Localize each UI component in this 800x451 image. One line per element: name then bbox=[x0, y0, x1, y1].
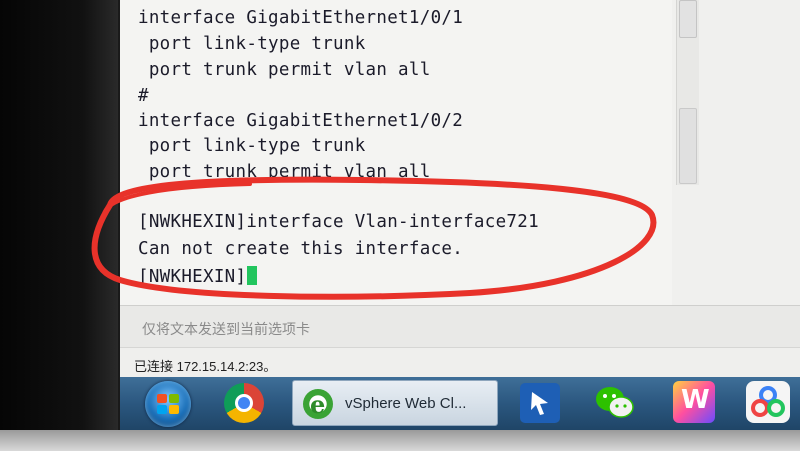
send-text-bar[interactable]: 仅将文本发送到当前选项卡 bbox=[120, 305, 800, 348]
terminal-line: interface GigabitEthernet1/0/2 bbox=[138, 111, 464, 131]
terminal-line: # bbox=[138, 86, 149, 106]
screen-bezel-bottom bbox=[0, 430, 800, 451]
taskbar-item-label: vSphere Web Cl... bbox=[345, 395, 467, 412]
scrollbar-thumb[interactable] bbox=[679, 0, 697, 38]
status-bar: 已连接 172.15.14.2:23。 bbox=[120, 347, 800, 378]
w-app-letter: W bbox=[681, 385, 710, 415]
scrollbar-thumb[interactable] bbox=[679, 108, 697, 184]
terminal-line: port trunk permit vlan all bbox=[138, 162, 431, 182]
terminal-output[interactable]: interface GigabitEthernet1/0/1 port link… bbox=[120, 0, 682, 305]
screen-bezel-left bbox=[0, 0, 118, 430]
terminal-line: port trunk permit vlan all bbox=[138, 60, 431, 80]
taskbar: vSphere Web Cl... W bbox=[120, 377, 800, 430]
terminal-line: interface GigabitEthernet1/0/1 bbox=[138, 8, 464, 28]
connection-status: 已连接 172.15.14.2:23。 bbox=[134, 359, 277, 374]
terminal-prompt-line[interactable]: [NWKHEXIN] bbox=[138, 266, 258, 287]
start-button[interactable] bbox=[145, 381, 191, 427]
terminal-error-line: Can not create this interface. bbox=[138, 239, 464, 259]
w-app-icon[interactable]: W bbox=[673, 381, 715, 423]
wechat-icon[interactable] bbox=[594, 383, 636, 423]
terminal-line: port link-type trunk bbox=[138, 136, 366, 156]
vsphere-client-icon[interactable] bbox=[520, 383, 560, 423]
terminal-line: port link-type trunk bbox=[138, 34, 366, 54]
chrome-icon[interactable] bbox=[224, 383, 264, 423]
share-icon[interactable] bbox=[746, 381, 790, 423]
terminal-command-line: [NWKHEXIN]interface Vlan-interface721 bbox=[138, 212, 539, 232]
taskbar-item-vsphere-web-client[interactable]: vSphere Web Cl... bbox=[292, 380, 498, 426]
windows-logo-icon bbox=[157, 394, 179, 414]
ie-icon bbox=[303, 389, 333, 419]
terminal-prompt: [NWKHEXIN] bbox=[138, 267, 247, 287]
send-text-placeholder: 仅将文本发送到当前选项卡 bbox=[142, 321, 310, 337]
text-cursor bbox=[247, 266, 258, 285]
